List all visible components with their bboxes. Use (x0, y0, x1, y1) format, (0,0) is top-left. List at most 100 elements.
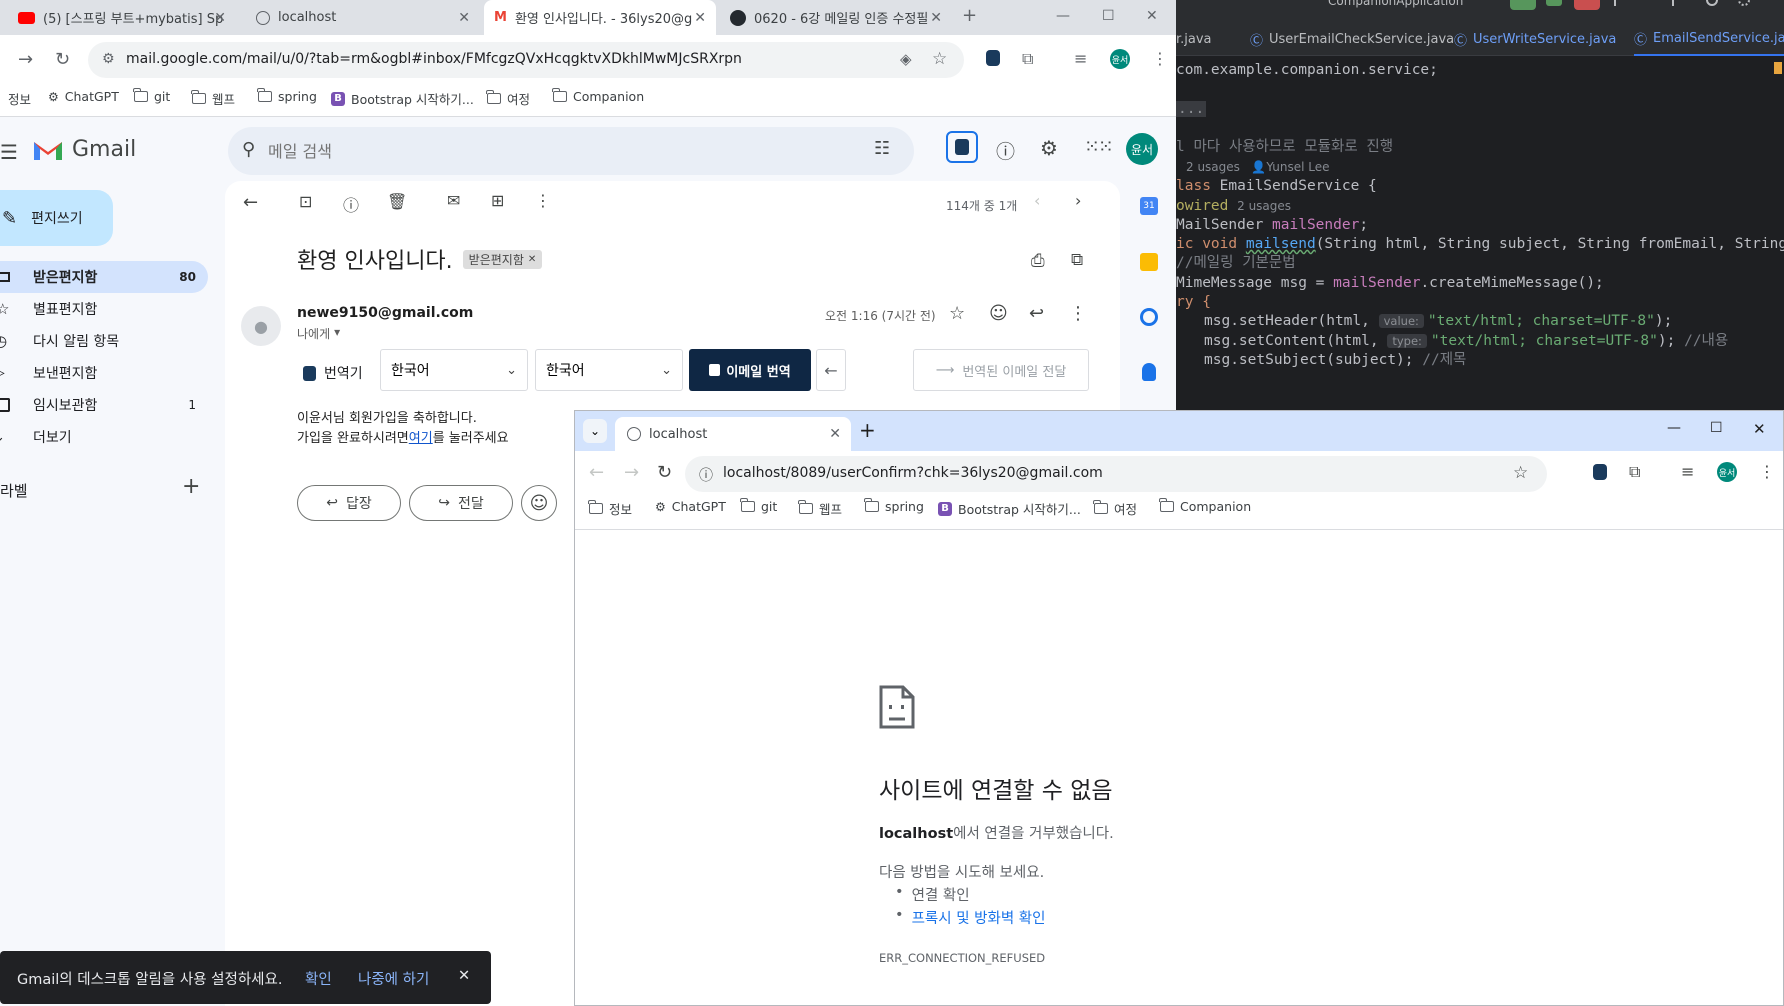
stop-icon[interactable] (1574, 0, 1600, 10)
apps-grid-icon[interactable]: ⁙⁙ (1084, 136, 1114, 158)
report-spam-icon[interactable]: ⓘ (343, 192, 359, 216)
account-avatar[interactable]: 윤서 (1126, 133, 1158, 165)
ide-tab-file[interactable]: Ⓒ UserEmailCheckService.java (1250, 22, 1454, 56)
reply-button[interactable]: ↩ 답장 (297, 485, 401, 521)
confirm-link[interactable]: 여기 (409, 431, 433, 446)
bookmark-item[interactable]: 여정 (1093, 499, 1137, 518)
bookmark-item[interactable]: 웹프 (191, 89, 235, 108)
bookmark-item[interactable]: spring (864, 498, 924, 514)
browser-tab[interactable]: 0620 - 6강 메일링 인증 수정필 ✕ (720, 0, 952, 35)
search-bar[interactable]: ⚲ ☷ (228, 127, 914, 175)
extension-icon[interactable]: ◈ (900, 50, 912, 68)
browser-tab-active[interactable]: localhost ✕ (615, 417, 851, 451)
minimize-icon[interactable]: — (1667, 420, 1681, 436)
url-text[interactable]: mail.google.com/mail/u/0/?tab=rm&ogbl#in… (126, 51, 742, 67)
sidebar-item-starred[interactable]: ☆ 별표편지함 (0, 293, 208, 325)
sender-email[interactable]: newe9150@gmail.com (297, 305, 473, 321)
run-config-label[interactable]: CompanionApplication (1328, 0, 1463, 8)
mark-unread-icon[interactable]: ✉ (447, 191, 460, 210)
forward-translated-button[interactable]: ⟶ 번역된 이메일 전달 (913, 349, 1089, 391)
sender-avatar[interactable]: ● (241, 306, 281, 346)
forward-icon[interactable]: → (18, 49, 33, 70)
settings-icon[interactable] (1738, 0, 1750, 6)
sidebar-item-sent[interactable]: ▷ 보낸편지함 (0, 357, 208, 389)
add-user-icon[interactable] (1672, 0, 1688, 6)
close-tab-icon[interactable]: ✕ (829, 426, 841, 442)
bookmark-item[interactable]: B Bootstrap 시작하기... (331, 89, 474, 108)
older-icon[interactable]: › (1075, 191, 1081, 210)
close-window-icon[interactable]: ✕ (1146, 8, 1158, 24)
media-control-icon[interactable]: ≡ (1074, 49, 1087, 68)
maximize-icon[interactable]: ☐ (1102, 8, 1115, 24)
bookmark-item[interactable]: git (133, 88, 170, 104)
delete-icon[interactable]: 🗑 (387, 192, 407, 211)
close-tab-icon[interactable]: ✕ (458, 10, 470, 26)
bookmark-item[interactable]: spring (257, 88, 317, 104)
open-new-window-icon[interactable]: ⧉ (1071, 250, 1083, 270)
info-icon[interactable]: ⓘ (699, 465, 713, 485)
sidebar-item-drafts[interactable]: 임시보관함 1 (0, 389, 208, 421)
print-icon[interactable]: ⎙ (1031, 251, 1045, 271)
remove-label-icon[interactable]: ✕ (528, 254, 536, 265)
reload-icon[interactable]: ↻ (657, 462, 672, 483)
search-options-icon[interactable]: ☷ (874, 138, 890, 159)
recipient-row[interactable]: 나에게 ▾ (297, 325, 340, 342)
url-text[interactable]: localhost/8089/userConfirm?chk=36lys20@g… (723, 465, 1103, 481)
proxy-firewall-link[interactable]: 프록시 및 방화벽 확인 (912, 907, 1046, 928)
add-label-icon[interactable]: + (182, 474, 200, 499)
reload-icon[interactable]: ↻ (55, 49, 70, 70)
bookmark-item[interactable]: git (740, 498, 777, 514)
bookmark-item[interactable]: Companion (552, 88, 644, 104)
bookmark-star-icon[interactable]: ☆ (932, 49, 947, 69)
back-icon[interactable]: ← (589, 462, 604, 483)
snackbar-ok-button[interactable]: 확인 (305, 968, 332, 989)
more-actions-icon[interactable] (1614, 0, 1624, 6)
menu-kebab-icon[interactable]: ⋮ (1759, 462, 1775, 481)
emoji-button[interactable]: ☺ (521, 485, 557, 521)
emoji-react-icon[interactable]: ☺ (989, 303, 1008, 324)
reply-icon[interactable]: ↩ (1029, 303, 1044, 324)
bookmark-item[interactable]: ⚙ ChatGPT (48, 89, 119, 104)
debug-icon[interactable] (1546, 0, 1562, 6)
profile-avatar[interactable]: 윤서 (1717, 462, 1737, 482)
site-info-icon[interactable]: ⚙ (102, 51, 115, 67)
search-icon[interactable]: ⚲ (242, 139, 255, 160)
bookmark-item[interactable]: B Bootstrap 시작하기... (938, 499, 1081, 518)
bookmark-item[interactable]: ⚙ ChatGPT (655, 499, 726, 514)
close-tab-icon[interactable]: ✕ (694, 10, 706, 26)
gmail-logo[interactable]: Gmail (32, 137, 136, 162)
translator-extension-icon[interactable] (946, 131, 978, 163)
move-to-icon[interactable]: ⊞ (491, 191, 504, 210)
search-everywhere-icon[interactable] (1706, 0, 1718, 6)
sidebar-item-snoozed[interactable]: ◷ 다시 알림 항목 (0, 325, 208, 357)
keep-icon[interactable] (1140, 253, 1158, 271)
media-control-icon[interactable]: ≡ (1681, 462, 1694, 481)
sidebar-item-more[interactable]: ⌄ 더보기 (0, 421, 208, 453)
run-icon[interactable] (1510, 0, 1536, 10)
close-icon[interactable]: ✕ (458, 968, 470, 984)
extensions-puzzle-icon[interactable]: ⧉ (1629, 462, 1640, 482)
maximize-icon[interactable]: ☐ (1710, 420, 1723, 436)
tab-search-icon[interactable]: ⌄ (583, 419, 607, 443)
forward-icon[interactable]: → (624, 462, 639, 483)
browser-tab[interactable]: localhost ✕ (244, 0, 480, 35)
translator-extension-icon[interactable] (986, 50, 1000, 66)
collapse-translator-button[interactable]: ← (816, 349, 846, 391)
bookmark-item[interactable]: 웹프 (798, 499, 842, 518)
tasks-icon[interactable] (1140, 308, 1158, 326)
address-bar[interactable]: ⚙ mail.google.com/mail/u/0/?tab=rm&ogbl#… (88, 42, 964, 78)
close-tab-icon[interactable]: ✕ (930, 10, 942, 26)
ide-tab-file[interactable]: r.java (1176, 22, 1212, 56)
search-input[interactable] (268, 139, 828, 163)
suggestion-item[interactable]: • 프록시 및 방화벽 확인 (895, 907, 1045, 928)
help-icon[interactable]: ⓘ (996, 137, 1015, 164)
settings-gear-icon[interactable]: ⚙ (1040, 136, 1058, 160)
ide-tab-file[interactable]: Ⓒ UserWriteService.java (1454, 22, 1616, 56)
bookmark-item[interactable]: 정보 (588, 499, 632, 518)
more-options-icon[interactable]: ⋮ (535, 191, 551, 210)
minimize-icon[interactable]: — (1056, 8, 1070, 24)
translator-extension-icon[interactable] (1593, 464, 1607, 480)
browser-tab-active[interactable]: M 환영 인사입니다. - 36lys20@g ✕ (484, 0, 716, 35)
target-language-select[interactable]: 한국어 ⌄ (535, 349, 683, 391)
fold-marker[interactable]: ... (1176, 101, 1207, 117)
